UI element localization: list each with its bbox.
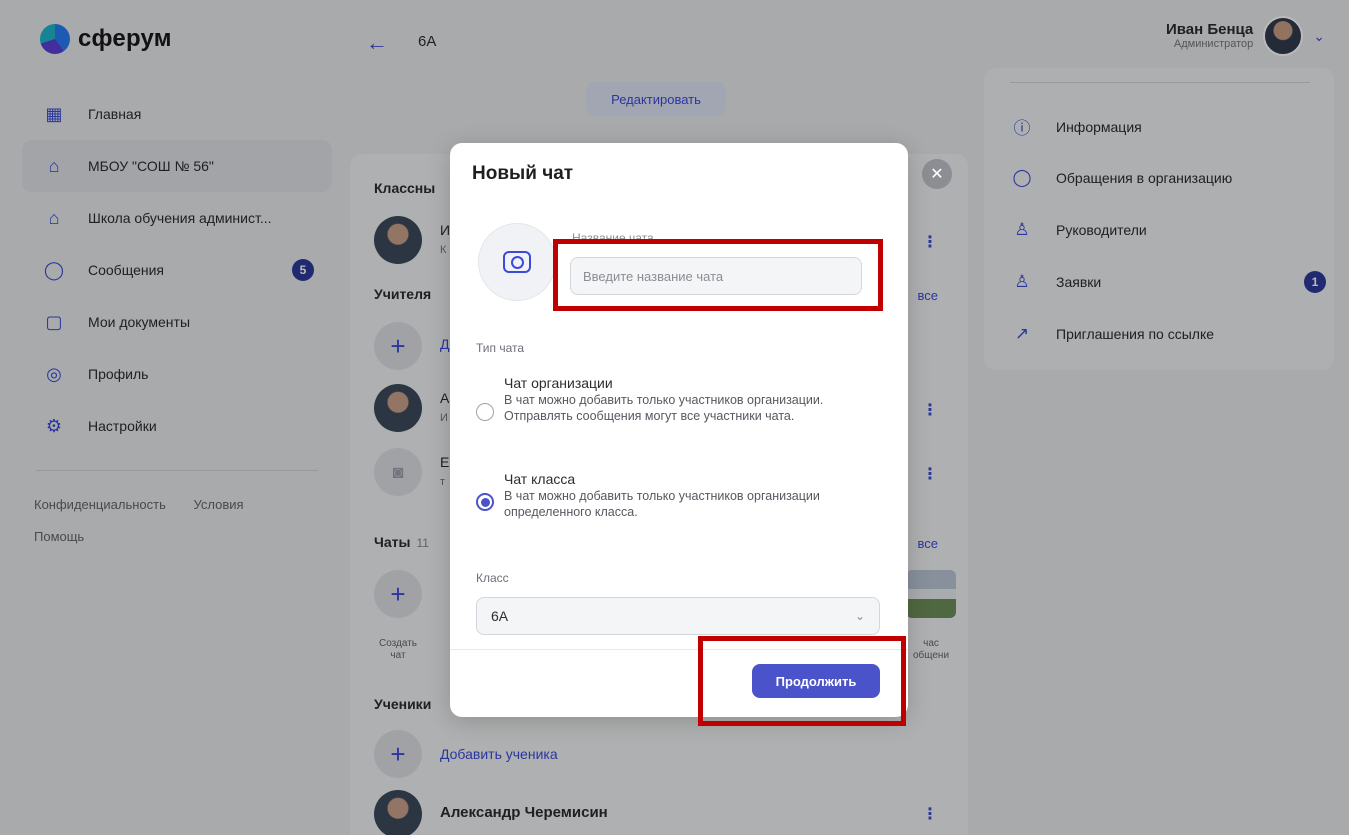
option-text: Чат класса В чат можно добавить только у… bbox=[504, 471, 874, 520]
close-icon[interactable]: ✕ bbox=[922, 159, 952, 189]
chat-type-label: Тип чата bbox=[476, 341, 525, 355]
option-description: В чат можно добавить только участников о… bbox=[504, 489, 820, 519]
option-class-chat[interactable]: Чат класса В чат можно добавить только у… bbox=[476, 471, 874, 520]
dialog-title: Новый чат bbox=[472, 163, 574, 184]
highlight-box-name-input bbox=[553, 239, 883, 311]
radio-class-chat[interactable] bbox=[476, 493, 494, 511]
chat-photo-picker[interactable] bbox=[478, 223, 556, 301]
option-organization-chat[interactable]: Чат организации В чат можно добавить тол… bbox=[476, 375, 874, 424]
option-text: Чат организации В чат можно добавить тол… bbox=[504, 375, 874, 424]
option-description: В чат можно добавить только участников о… bbox=[504, 393, 824, 423]
option-title: Чат класса bbox=[504, 471, 576, 487]
new-chat-dialog: Новый чат Название чата Тип чата Чат орг… bbox=[450, 143, 908, 717]
highlight-box-continue bbox=[698, 636, 906, 726]
chevron-down-icon: ⌄ bbox=[854, 609, 865, 623]
class-select-value: 6А bbox=[491, 608, 509, 624]
radio-organization-chat[interactable] bbox=[476, 403, 494, 421]
option-title: Чат организации bbox=[504, 375, 613, 391]
class-select[interactable]: 6А ⌄ bbox=[476, 597, 880, 635]
class-label: Класс bbox=[476, 571, 509, 585]
camera-icon bbox=[503, 251, 531, 273]
